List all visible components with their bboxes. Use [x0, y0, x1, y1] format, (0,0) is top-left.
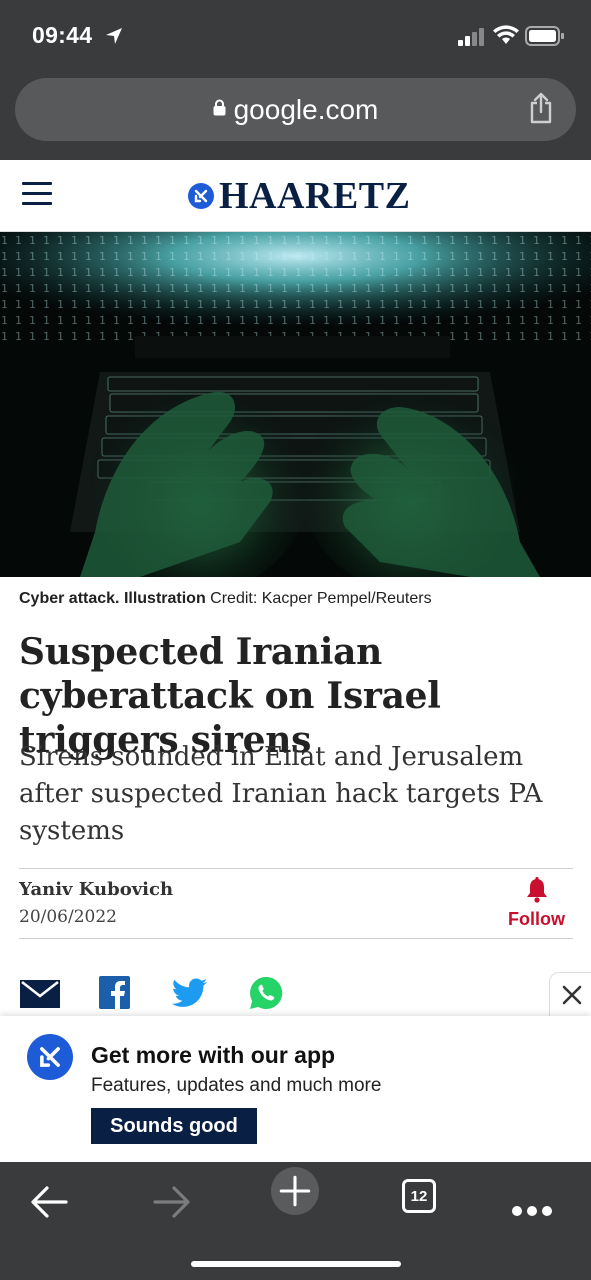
location-arrow-icon: [106, 28, 122, 44]
caption-credit: Credit: Kacper Pempel/Reuters: [210, 590, 432, 607]
close-banner-button[interactable]: [549, 972, 591, 1018]
more-options-icon[interactable]: [511, 1187, 553, 1235]
bell-icon[interactable]: [526, 877, 548, 903]
site-header: HAARETZ: [0, 160, 591, 232]
follow-button[interactable]: Follow: [508, 909, 565, 930]
back-arrow-icon[interactable]: [30, 1178, 68, 1226]
home-indicator: [191, 1261, 401, 1267]
image-caption: Cyber attack. Illustration Credit: Kacpe…: [19, 590, 432, 608]
haaretz-logo-icon: [188, 183, 214, 209]
caption-bold: Cyber attack. Illustration: [19, 590, 206, 607]
share-icon[interactable]: [528, 92, 554, 124]
publish-date: 20/06/2022: [19, 907, 117, 927]
cellular-signal-icon: [458, 28, 484, 46]
share-row: [0, 972, 591, 1016]
promo-title: Get more with our app: [91, 1042, 336, 1068]
site-logo[interactable]: HAARETZ: [188, 174, 410, 218]
address-bar[interactable]: google.com: [15, 78, 576, 141]
wifi-icon: [493, 25, 519, 44]
tab-switcher-button[interactable]: 12: [402, 1179, 436, 1213]
url-text: google.com: [233, 94, 379, 125]
author-name[interactable]: Yaniv Kubovich: [19, 879, 173, 900]
mail-icon[interactable]: [20, 980, 60, 1008]
status-time: 09:44: [32, 22, 93, 48]
menu-icon[interactable]: [22, 182, 52, 208]
browser-top-chrome: 09:44 google.com: [0, 0, 591, 160]
lock-icon: [213, 99, 226, 116]
divider: [19, 868, 573, 869]
hero-image: 1: [0, 232, 591, 577]
facebook-icon[interactable]: [99, 976, 130, 1009]
whatsapp-icon[interactable]: [249, 976, 283, 1010]
divider: [19, 938, 573, 939]
battery-icon: [525, 26, 564, 46]
logo-text: HAARETZ: [219, 175, 411, 217]
forward-arrow-icon[interactable]: [153, 1178, 191, 1226]
article-subheadline: Sirens sounded in Eilat and Jerusalem af…: [19, 742, 543, 846]
new-tab-plus-icon[interactable]: [267, 1167, 323, 1215]
sounds-good-button[interactable]: Sounds good: [91, 1108, 257, 1144]
close-icon: [562, 985, 582, 1005]
haaretz-app-icon: [27, 1034, 73, 1080]
promo-subtitle: Features, updates and much more: [91, 1075, 382, 1096]
url-display[interactable]: google.com: [15, 94, 576, 126]
app-promo-banner: Get more with our app Features, updates …: [0, 1016, 591, 1162]
twitter-icon[interactable]: [172, 978, 208, 1008]
